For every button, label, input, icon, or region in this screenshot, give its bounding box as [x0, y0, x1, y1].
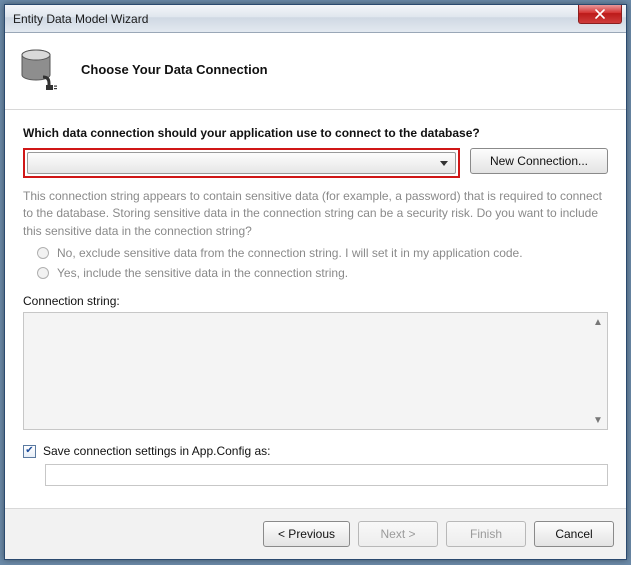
footer: < Previous Next > Finish Cancel [5, 509, 626, 559]
radio-exclude [37, 247, 49, 259]
connection-highlight [23, 148, 460, 178]
radio-include [37, 267, 49, 279]
database-icon [19, 47, 63, 91]
radio-include-label: Yes, include the sensitive data in the c… [57, 266, 348, 280]
page-title: Choose Your Data Connection [81, 62, 268, 77]
save-name-wrap [23, 464, 608, 486]
cancel-button[interactable]: Cancel [534, 521, 614, 547]
window-title: Entity Data Model Wizard [13, 12, 148, 26]
finish-button: Finish [446, 521, 526, 547]
radio-exclude-row: No, exclude sensitive data from the conn… [37, 246, 608, 260]
next-button: Next > [358, 521, 438, 547]
save-settings-checkbox[interactable]: ✔ [23, 445, 36, 458]
connection-dropdown[interactable] [27, 152, 456, 174]
question-label: Which data connection should your applic… [23, 126, 608, 140]
connection-string-textarea: ▲ ▼ [23, 312, 608, 430]
save-settings-input[interactable] [45, 464, 608, 486]
titlebar: Entity Data Model Wizard [5, 5, 626, 33]
previous-button[interactable]: < Previous [263, 521, 350, 547]
new-connection-button[interactable]: New Connection... [470, 148, 608, 174]
cancel-label: Cancel [555, 527, 592, 541]
scroll-up-icon: ▲ [591, 315, 605, 329]
save-settings-row: ✔ Save connection settings in App.Config… [23, 444, 608, 458]
connection-string-label: Connection string: [23, 294, 608, 308]
previous-label: < Previous [278, 527, 335, 541]
scroll-down-icon: ▼ [591, 413, 605, 427]
save-settings-label: Save connection settings in App.Config a… [43, 444, 270, 458]
close-icon [595, 9, 605, 19]
wizard-window: Entity Data Model Wizard Choose Your Da [4, 4, 627, 560]
close-button[interactable] [578, 5, 622, 24]
next-label: Next > [380, 527, 415, 541]
connection-row: New Connection... [23, 148, 608, 178]
new-connection-label: New Connection... [490, 154, 588, 168]
radio-exclude-label: No, exclude sensitive data from the conn… [57, 246, 523, 260]
radio-include-row: Yes, include the sensitive data in the c… [37, 266, 608, 280]
wizard-header: Choose Your Data Connection [5, 33, 626, 110]
finish-label: Finish [470, 527, 502, 541]
content-area: Which data connection should your applic… [5, 110, 626, 496]
wizard-body: Choose Your Data Connection Which data c… [5, 33, 626, 559]
sensitive-data-description: This connection string appears to contai… [23, 188, 608, 240]
